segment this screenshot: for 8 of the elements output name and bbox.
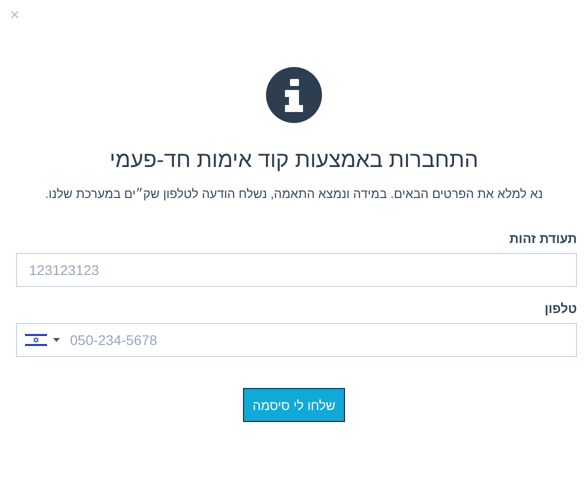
field-label: טלפון	[544, 301, 577, 316]
info-icon	[266, 67, 322, 123]
field-label: תעודת זהות	[509, 231, 577, 246]
id-number-field[interactable]: 123123123	[16, 253, 577, 287]
instructions-text: נא למלא את הפרטים הבאים. במידה ונמצא התאמה, נשלח הודעה לטלפון שק״ים במערכת שלנו.	[45, 187, 543, 201]
dialog-title: התחברות באמצעות קוד אימות חד-פעמי	[110, 147, 478, 173]
send-password-button[interactable]: שלחו לי סיסמה	[243, 388, 345, 422]
close-button[interactable]: ×	[8, 6, 22, 26]
